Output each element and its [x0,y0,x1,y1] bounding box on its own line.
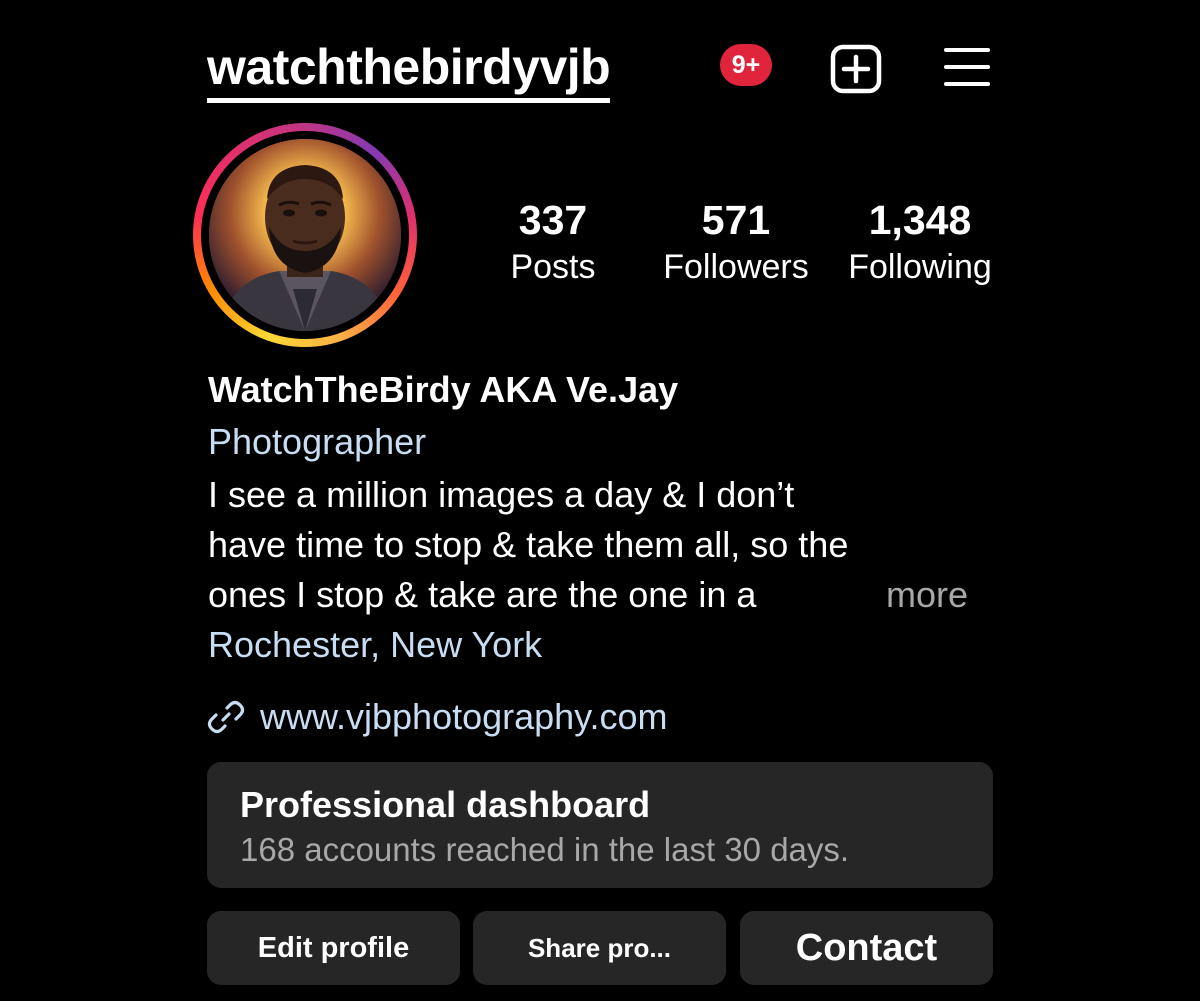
edit-profile-button[interactable]: Edit profile [207,911,460,985]
avatar[interactable] [209,139,401,331]
link-icon [206,697,246,737]
followers-count: 571 [701,197,771,243]
stat-posts[interactable]: 337 Posts [493,196,613,290]
location-link[interactable]: Rochester, New York [208,620,542,670]
avatar-portrait-image [209,139,401,331]
stat-following[interactable]: 1,348 Following [836,196,1004,290]
bio-line: ones I stop & take are the one in a [208,574,757,615]
bio-text: I see a million images a day & I don’t h… [208,470,998,620]
bio-line: have time to stop & take them all, so th… [208,524,849,565]
profile-page: watchthebirdyvjb 9+ 337 Posts 571 Follow… [0,0,1200,1001]
plus-square-icon[interactable] [830,44,882,94]
share-profile-button[interactable]: Share pro... [473,911,726,985]
contact-button[interactable]: Contact [740,911,993,985]
story-ring[interactable] [193,123,417,347]
username-switcher[interactable]: watchthebirdyvjb [207,38,611,103]
website-url: www.vjbphotography.com [260,696,668,737]
hamburger-menu-icon[interactable] [943,46,991,88]
following-label: Following [848,248,992,286]
display-name: WatchTheBirdy AKA Ve.Jay [208,369,679,410]
bio-line: I see a million images a day & I don’t [208,474,795,515]
bio-more-link[interactable]: more [886,570,968,620]
following-count: 1,348 [868,197,972,243]
dashboard-subtitle: 168 accounts reached in the last 30 days… [240,831,850,868]
notification-badge[interactable]: 9+ [720,44,772,86]
professional-dashboard-card[interactable]: Professional dashboard 168 accounts reac… [207,762,993,888]
dashboard-title: Professional dashboard [240,784,651,825]
website-link[interactable]: www.vjbphotography.com [206,692,668,742]
posts-label: Posts [510,248,596,286]
profile-category: Photographer [208,421,427,462]
posts-count: 337 [518,197,588,243]
followers-label: Followers [663,248,809,286]
stat-followers[interactable]: 571 Followers [651,196,821,290]
